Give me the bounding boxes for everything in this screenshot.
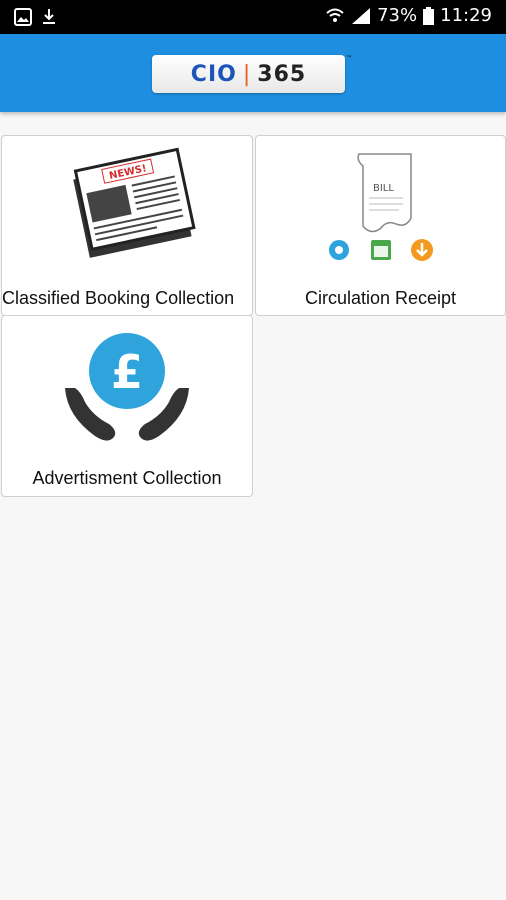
- app-bar: CIO | 365 ™: [0, 34, 506, 112]
- status-bar: 73% 11:29: [0, 0, 506, 34]
- signal-icon: [352, 7, 371, 24]
- app-logo: CIO | 365 ™: [152, 55, 352, 93]
- svg-text:£: £: [111, 345, 143, 399]
- battery-icon: [423, 6, 435, 25]
- download-icon: [43, 9, 55, 24]
- svg-text:BILL: BILL: [373, 183, 394, 194]
- logo-separator: |: [242, 61, 252, 87]
- tile-label: Circulation Receipt: [304, 288, 457, 308]
- status-right: 73% 11:29: [325, 5, 492, 26]
- logo-365-text: 365: [257, 61, 307, 87]
- tile-advertisment-collection[interactable]: £ Advertisment Collection: [1, 315, 253, 497]
- logo-trademark: ™: [346, 55, 353, 62]
- wifi-icon: [326, 8, 344, 22]
- pound-hands-icon: £: [65, 333, 189, 441]
- clock: 11:29: [440, 5, 492, 26]
- tile-circulation-receipt[interactable]: BILL Circulation Receipt: [255, 135, 506, 316]
- tile-classified-booking-collection[interactable]: NEWS! Classified Booking Collection: [1, 135, 253, 316]
- battery-percentage: 73%: [377, 5, 418, 26]
- image-icon: [14, 8, 32, 26]
- newspaper-icon: NEWS!: [73, 147, 196, 258]
- bill-receipt-icon: BILL: [329, 153, 433, 261]
- status-left: [14, 8, 56, 26]
- tile-label: Advertisment Collection: [32, 468, 222, 488]
- tile-label: Classified Booking Collection: [2, 288, 235, 308]
- logo-cio-text: CIO: [190, 61, 237, 87]
